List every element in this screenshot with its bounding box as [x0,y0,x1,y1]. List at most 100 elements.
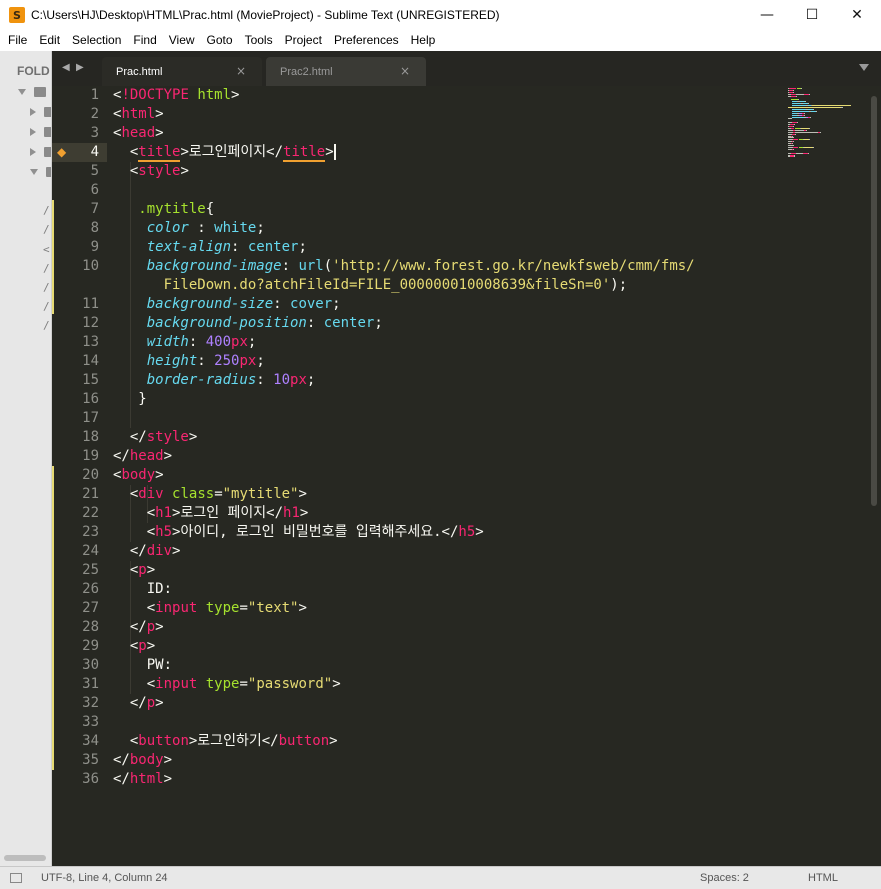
sidebar-scrollbar[interactable] [4,855,46,861]
minimap-stroke [793,148,794,150]
tab-list-dropdown-icon[interactable] [859,64,869,71]
code-line[interactable]: background-image: url('http://www.forest… [113,257,695,276]
line-number: 26 [82,581,99,597]
code-token: "text" [247,600,299,616]
code-line[interactable]: <button>로그인하기</button> [113,732,338,751]
sidebar-root-folder[interactable] [18,87,46,97]
menu-find[interactable]: Find [127,30,162,50]
sidebar-folder[interactable] [30,127,51,137]
sidebar-folder-open[interactable] [30,167,51,177]
tab-prev-icon[interactable]: ◀ [62,62,70,73]
code-line[interactable]: ID: [113,580,172,599]
code-line[interactable]: <head> [113,124,164,143]
menu-goto[interactable]: Goto [201,30,239,50]
sidebar-file-icon[interactable]: / [43,223,50,236]
menu-tools[interactable]: Tools [239,30,279,50]
code-token: < [113,676,156,692]
panel-toggle-icon[interactable] [10,873,22,883]
code-line[interactable]: text-align: center; [113,238,307,257]
code-editor[interactable]: ◆ 1 2 3 4 5 6 7 8 9 10 11 12 13 14 15 16 17 18 19 20 21 22 23 24… [52,86,881,866]
code-token: background-position [146,315,307,331]
menu-edit[interactable]: Edit [33,30,66,50]
sidebar-file-icon[interactable]: < [43,243,50,256]
code-line[interactable]: PW: [113,656,172,675]
minimap-stroke [801,127,809,129]
code-line[interactable]: .mytitle{ [113,200,214,219]
code-line[interactable]: </html> [113,770,172,789]
menu-view[interactable]: View [163,30,201,50]
code-token: < [113,163,139,179]
code-line[interactable]: </style> [113,428,197,447]
sidebar-file-icon[interactable]: / [43,319,50,332]
maximize-button[interactable]: ☐ [789,0,835,30]
minimap-stroke [808,152,809,154]
minimize-button[interactable]: — [744,0,790,30]
menu-project[interactable]: Project [279,30,328,50]
code-token: head [121,125,156,141]
code-line[interactable]: <div class="mytitle"> [113,485,307,504]
line-number: 4 [90,144,99,160]
code-line[interactable]: <h1>로그인 페이지</h1> [113,504,309,523]
expand-arrow-icon[interactable] [18,89,26,95]
tab-prac-html[interactable]: Prac.html × [102,57,262,86]
sidebar-file-icon[interactable]: / [43,300,50,313]
vertical-scrollbar[interactable] [868,86,881,866]
tab-prac2-html[interactable]: Prac2.html × [266,57,426,86]
code-line[interactable]: <input type="text"> [113,599,307,618]
code-line[interactable]: color : white; [113,219,265,238]
collapse-arrow-icon[interactable] [30,128,36,136]
code-line[interactable]: <input type="password"> [113,675,341,694]
code-line[interactable]: background-size: cover; [113,295,341,314]
sidebar-folder[interactable] [30,147,51,157]
code-line[interactable]: border-radius: 10px; [113,371,316,390]
code-line[interactable]: <body> [113,466,164,485]
minimap-stroke [792,116,804,118]
code-token: class [172,486,215,502]
code-line[interactable]: </p> [113,694,164,713]
sidebar-file-icon[interactable]: / [43,204,50,217]
code-line[interactable]: <h5>아이디, 로그인 비밀번호를 입력해주세요.</h5> [113,523,484,542]
collapse-arrow-icon[interactable] [30,108,36,116]
code-line[interactable]: </div> [113,542,181,561]
sidebar-folder[interactable] [30,107,51,117]
tab-next-icon[interactable]: ▶ [76,62,84,73]
menu-selection[interactable]: Selection [66,30,127,50]
tab-close-icon[interactable]: × [400,64,410,78]
minimap-stroke [794,156,795,158]
menu-help[interactable]: Help [405,30,442,50]
code-line[interactable]: height: 250px; [113,352,265,371]
code-line[interactable]: <p> [113,561,155,580]
code-line[interactable]: <p> [113,637,155,656]
code-line[interactable]: <!DOCTYPE html> [113,86,239,105]
code-token: > [155,467,164,483]
tab-close-icon[interactable]: × [236,64,246,78]
code-line[interactable]: FileDown.do?atchFileId=FILE_000000010008… [113,276,628,295]
code-line[interactable]: <style> [113,162,189,181]
code-line[interactable]: } [113,390,146,409]
code-line[interactable]: <html> [113,105,164,124]
expand-arrow-icon[interactable] [30,169,38,175]
sidebar-file-icon[interactable]: / [43,281,50,294]
code-line[interactable]: </head> [113,447,172,466]
menu-file[interactable]: File [2,30,33,50]
code-line[interactable]: <title>로그인페이지</title> [113,143,336,162]
sidebar-file-icon[interactable]: / [43,262,50,275]
minimap-stroke [788,137,794,139]
close-button[interactable]: ✕ [834,0,880,30]
code-line[interactable]: background-position: center; [113,314,383,333]
scrollbar-thumb[interactable] [871,96,877,506]
status-indentation[interactable]: Spaces: 2 [700,872,749,884]
code-token: > [172,543,181,559]
status-syntax[interactable]: HTML [808,872,838,884]
code-line[interactable]: </p> [113,618,164,637]
collapse-arrow-icon[interactable] [30,148,36,156]
code-token: 'http://www.forest.go.kr/newkfsweb/cmm/f… [332,258,695,274]
menu-preferences[interactable]: Preferences [328,30,405,50]
code-token: h5 [155,524,173,540]
code-line[interactable]: </body> [113,751,172,770]
minimap[interactable] [788,86,868,158]
code-token: input [155,600,198,616]
line-number: 34 [82,733,99,749]
code-line[interactable]: width: 400px; [113,333,257,352]
